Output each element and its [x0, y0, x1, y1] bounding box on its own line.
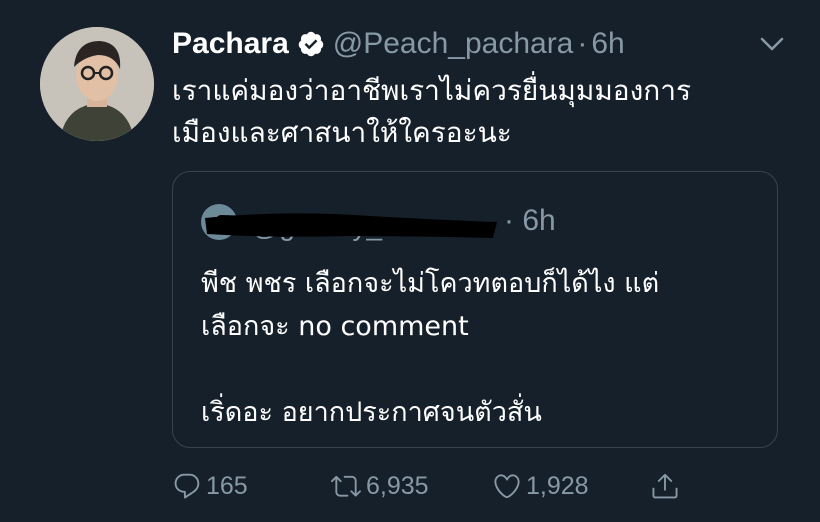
verified-badge-icon: [298, 31, 323, 57]
tweet[interactable]: Pachara @Peach_pachara · 6h เราแค่มองว่า…: [0, 0, 820, 522]
quoted-tweet-text: พีช พชร เลือกจะไม่โควทตอบก็ได้ไง แต่ เลื…: [201, 262, 761, 434]
tweet-text: เราแค่มองว่าอาชีพเราไม่ควรยื่นมุมมองการ …: [172, 70, 782, 154]
avatar[interactable]: [40, 27, 154, 141]
like-button[interactable]: 1,928: [492, 466, 589, 506]
tweet-text-line: เราแค่มองว่าอาชีพเราไม่ควรยื่นมุมมองการ: [172, 74, 691, 107]
quoted-text-line: [201, 348, 761, 391]
separator-dot: ·: [504, 204, 514, 237]
handle[interactable]: @Peach_pachara: [333, 27, 574, 61]
display-name[interactable]: Pachara: [172, 27, 289, 61]
quoted-tweet-header: @g li t l y_ · 6h: [201, 202, 601, 241]
retweet-icon: [331, 475, 361, 497]
chevron-down-icon[interactable]: [758, 34, 786, 54]
quoted-text-line: เริ่ดอะ อยากประกาศจนตัวสั่น: [201, 397, 542, 428]
like-count: 1,928: [526, 471, 589, 500]
tweet-header: Pachara @Peach_pachara · 6h: [172, 24, 625, 64]
quoted-time-group: · 6h: [504, 204, 556, 238]
quoted-tweet[interactable]: @g li t l y_ · 6h พีช พชร เลือกจะไม่โควท…: [172, 171, 778, 448]
retweet-count: 6,935: [366, 471, 429, 500]
reply-icon: [174, 473, 200, 499]
tweet-text-line: เมืองและศาสนาให้ใครอะนะ: [172, 116, 512, 149]
share-icon: [652, 473, 678, 499]
quoted-text-line: เลือกจะ no comment: [201, 311, 469, 342]
redaction-scribble: [205, 213, 497, 238]
share-button[interactable]: [650, 466, 680, 506]
heart-icon: [494, 474, 520, 499]
timestamp[interactable]: 6h: [591, 27, 624, 61]
tweet-actions: 165 6,935 1,928: [172, 466, 712, 506]
retweet-button[interactable]: 6,935: [330, 466, 429, 506]
reply-button[interactable]: 165: [172, 466, 248, 506]
separator-dot: ·: [577, 27, 588, 60]
quoted-timestamp[interactable]: 6h: [522, 204, 555, 237]
quoted-text-line: พีช พชร เลือกจะไม่โควทตอบก็ได้ไง แต่: [201, 268, 660, 299]
reply-count: 165: [206, 471, 248, 500]
avatar-photo: [40, 27, 154, 141]
